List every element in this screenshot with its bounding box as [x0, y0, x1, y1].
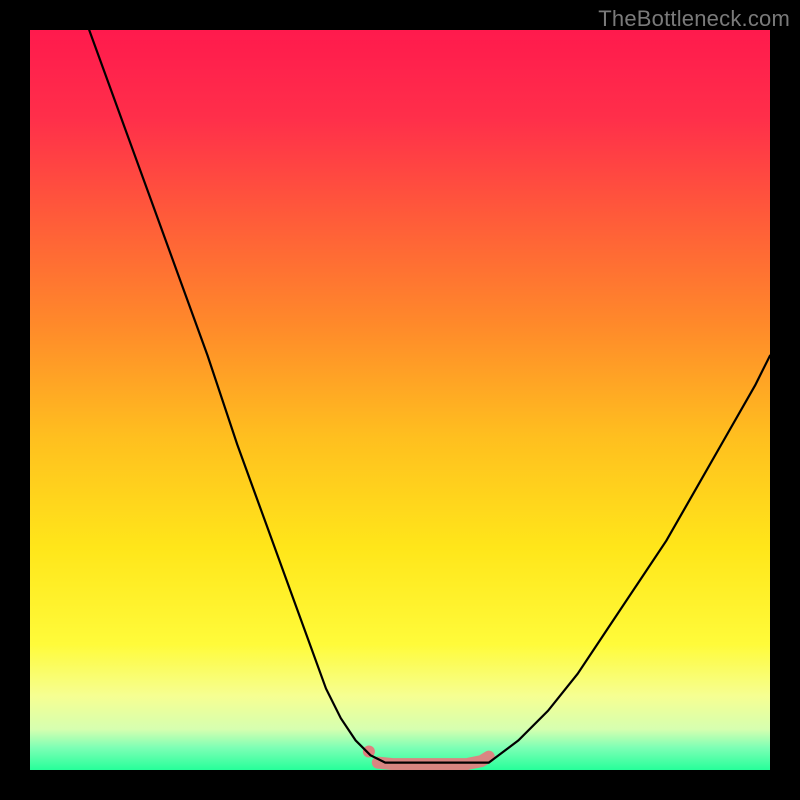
chart-frame: [30, 30, 770, 770]
bottleneck-chart: [30, 30, 770, 770]
gradient-background: [30, 30, 770, 770]
watermark-text: TheBottleneck.com: [598, 6, 790, 32]
